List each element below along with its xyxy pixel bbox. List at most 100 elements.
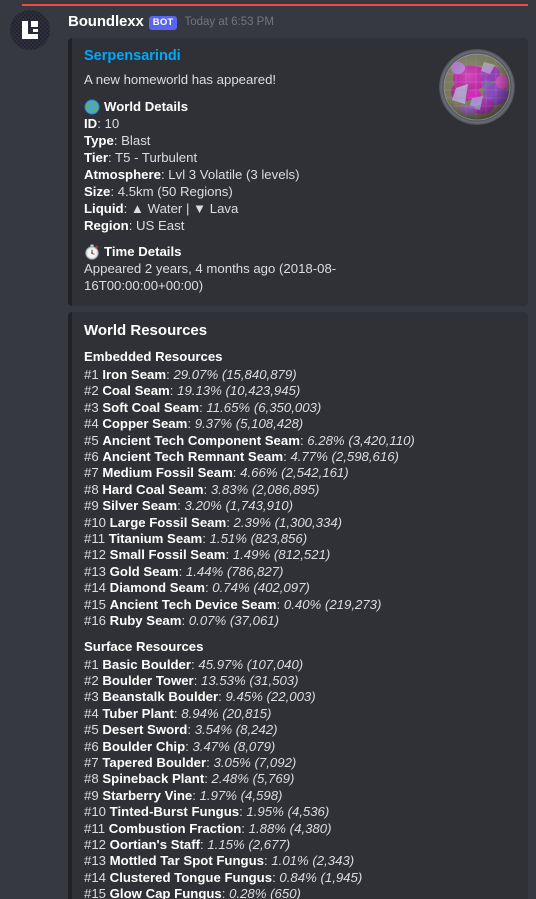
resource-rank: #6	[84, 449, 103, 465]
resource-separator: :	[178, 563, 186, 579]
resource-rank: #1	[84, 656, 103, 672]
field-title-world-details: World Details	[84, 98, 424, 115]
resource-row: #15 Ancient Tech Device Seam: 0.40% (219…	[84, 597, 516, 613]
resource-value: 13.53% (31,503)	[201, 672, 299, 688]
world-detail-row: ID: 10	[84, 116, 120, 131]
resource-name: Boulder Tower	[102, 672, 194, 688]
surface-resources-heading: Surface Resources	[84, 638, 204, 654]
resource-name: Beanstalk Boulder	[102, 689, 219, 705]
resource-value: 0.74% (402,097)	[212, 580, 310, 596]
resource-rank: #14	[84, 869, 110, 885]
field-title-time-details: Time Details	[84, 243, 424, 260]
resource-row: #5 Ancient Tech Component Seam: 6.28% (3…	[84, 433, 516, 449]
resource-separator: :	[226, 514, 234, 530]
resource-name: Diamond Seam	[109, 580, 205, 596]
resource-row: #12 Small Fossil Seam: 1.49% (812,521)	[84, 547, 516, 563]
resource-rank: #15	[84, 596, 110, 612]
resource-row: #10 Large Fossil Seam: 2.39% (1,300,334)	[84, 515, 516, 531]
resource-row: #9 Silver Seam: 3.20% (1,743,910)	[84, 498, 516, 514]
resource-name: Titanium Seam	[108, 531, 203, 547]
resource-rank: #10	[84, 514, 110, 530]
resource-name: Boulder Chip	[102, 738, 186, 754]
world-detail-row: Liquid: ▲ Water | ▼ Lava	[84, 201, 239, 216]
resource-value: 0.07% (37,061)	[188, 613, 280, 629]
resource-separator: :	[204, 771, 212, 787]
resource-value: 1.95% (4,536)	[246, 804, 330, 820]
resource-value: 1.15% (2,677)	[207, 836, 291, 852]
embed-description: A new homeworld has appeared!	[84, 72, 277, 87]
resource-row: #2 Boulder Tower: 13.53% (31,503)	[84, 673, 516, 689]
resource-rank: #16	[84, 613, 110, 629]
resource-rank: #5	[84, 432, 103, 448]
boundlexx-logo-icon	[10, 10, 50, 50]
resource-name: Ancient Tech Device Seam	[109, 596, 277, 612]
resource-name: Mottled Tar Spot Fungus	[109, 853, 264, 869]
field-title-text: Time Details	[104, 244, 182, 259]
resource-rank: #15	[84, 886, 110, 899]
resource-row: #16 Ruby Seam: 0.07% (37,061)	[84, 613, 516, 629]
resource-rank: #4	[84, 416, 103, 432]
resource-row: #9 Starberry Vine: 1.97% (4,598)	[84, 788, 516, 804]
resource-value: 8.94% (20,815)	[181, 705, 272, 721]
resource-row: #14 Clustered Tongue Fungus: 0.84% (1,94…	[84, 870, 516, 886]
resource-value: 3.54% (8,242)	[194, 722, 278, 738]
embed-world-resources: World Resources Embedded Resources #1 Ir…	[68, 312, 528, 899]
resource-row: #14 Diamond Seam: 0.74% (402,097)	[84, 580, 516, 596]
resource-separator: :	[193, 672, 202, 688]
time-details-text: Appeared 2 years, 4 months ago (2018-08-…	[84, 261, 337, 293]
resource-name: Gold Seam	[109, 563, 179, 579]
resource-name: Clustered Tongue Fungus	[109, 869, 273, 885]
resource-name: Oortian's Staff	[109, 836, 201, 852]
resource-rank: #8	[84, 481, 103, 497]
resource-separator: :	[169, 383, 178, 399]
resource-name: Ancient Tech Remnant Seam	[102, 449, 284, 465]
resource-name: Copper Seam	[102, 416, 188, 432]
resource-row: #7 Tapered Boulder: 3.05% (7,092)	[84, 755, 516, 771]
resource-value: 4.66% (2,542,161)	[240, 465, 349, 481]
resource-rank: #14	[84, 580, 110, 596]
resource-value: 2.48% (5,769)	[211, 771, 295, 787]
resource-row: #1 Basic Boulder: 45.97% (107,040)	[84, 657, 516, 673]
world-detail-row: Atmosphere: Lvl 3 Volatile (3 levels)	[84, 167, 300, 182]
resource-row: #15 Glow Cap Fungus: 0.28% (650)	[84, 886, 516, 899]
resource-value: 0.28% (650)	[229, 886, 301, 899]
resource-row: #7 Medium Fossil Seam: 4.66% (2,542,161)	[84, 465, 516, 481]
resource-value: 3.05% (7,092)	[213, 754, 297, 770]
resource-rank: #10	[84, 804, 110, 820]
resource-name: Silver Seam	[102, 498, 178, 514]
message-author[interactable]: Boundlexx	[68, 13, 144, 31]
resource-rank: #13	[84, 563, 110, 579]
resource-rank: #12	[84, 547, 110, 563]
resource-name: Ruby Seam	[109, 613, 182, 629]
world-detail-row: Type: Blast	[84, 133, 151, 148]
resource-name: Coal Seam	[102, 383, 170, 399]
resource-separator: :	[203, 481, 211, 497]
embed-title[interactable]: Serpensarindi	[84, 48, 424, 64]
resource-name: Tapered Boulder	[102, 754, 207, 770]
resource-value: 2.39% (1,300,334)	[233, 514, 343, 530]
resource-value: 29.07% (15,840,879)	[173, 367, 297, 382]
world-detail-row: Tier: T5 - Turbulent	[84, 150, 198, 165]
resource-separator: :	[187, 416, 195, 432]
resource-rank: #7	[84, 754, 103, 770]
chat-message: Boundlexx BOT Today at 6:53 PM Serpensar…	[0, 0, 536, 899]
resource-row: #5 Desert Sword: 3.54% (8,242)	[84, 722, 516, 738]
resource-name: Desert Sword	[102, 722, 188, 738]
resource-value: 1.51% (823,856)	[209, 531, 308, 547]
resource-name: Iron Seam	[102, 367, 167, 382]
planet-thumbnail[interactable]	[438, 48, 516, 126]
resource-name: Large Fossil Seam	[109, 514, 227, 530]
resource-row: #12 Oortian's Staff: 1.15% (2,677)	[84, 837, 516, 853]
field-title-text: World Details	[104, 99, 189, 114]
avatar[interactable]	[10, 10, 50, 50]
resource-rank: #2	[84, 672, 103, 688]
resource-rank: #2	[84, 383, 103, 399]
resource-value: 45.97% (107,040)	[198, 656, 304, 672]
resource-value: 0.40% (219,273)	[283, 596, 382, 612]
message-header: Boundlexx BOT Today at 6:53 PM	[68, 12, 528, 32]
resource-value: 9.37% (5,108,428)	[194, 416, 304, 432]
resource-name: Tinted-Burst Fungus	[109, 804, 240, 820]
resource-rank: #3	[84, 399, 103, 415]
resource-name: Small Fossil Seam	[109, 547, 226, 563]
bot-badge: BOT	[148, 16, 178, 30]
